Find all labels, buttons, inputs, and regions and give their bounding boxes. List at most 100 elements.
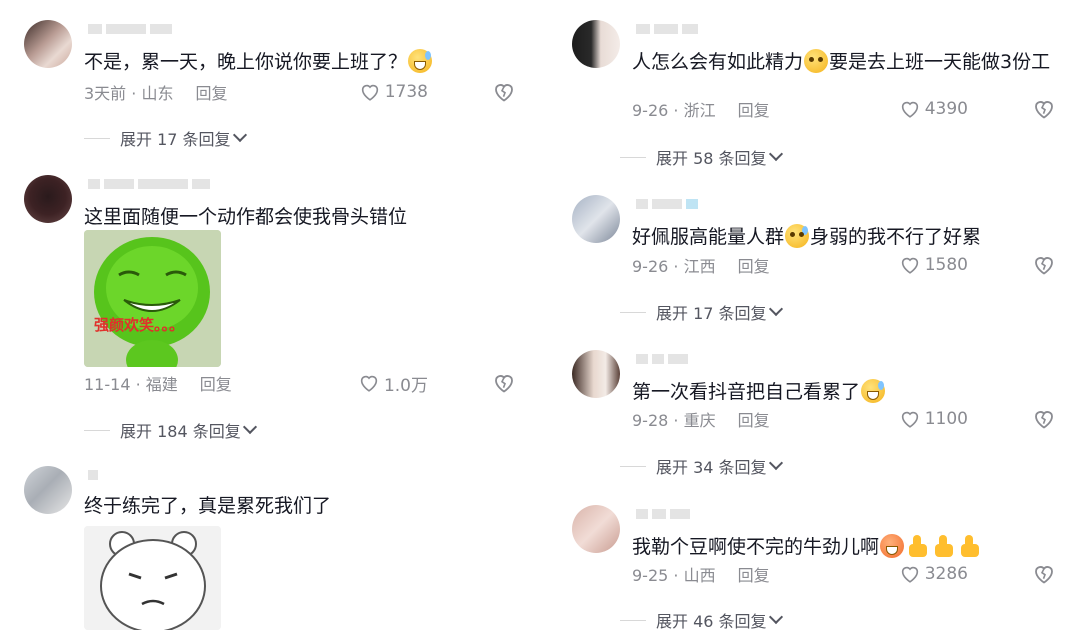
comment-meta: 11-14 · 福建 回复 (84, 371, 232, 395)
expand-replies-button[interactable]: 展开 58 条回复 (620, 145, 783, 169)
sticker-image[interactable] (84, 526, 221, 630)
broken-heart-icon[interactable] (1032, 562, 1056, 586)
comment-text: 人怎么会有如此精力 要是去上班一天能做3份工 (632, 49, 1051, 73)
like-count: 1580 (924, 255, 968, 275)
username-blurred[interactable] (636, 199, 698, 211)
heart-outline-icon (361, 84, 378, 101)
like-count: 1.0万 (383, 375, 428, 396)
bear-face-sticker (84, 526, 221, 630)
username-blurred[interactable] (88, 470, 98, 482)
like-button[interactable]: 1100 (899, 407, 968, 431)
like-count: 3286 (924, 564, 968, 584)
comment-item: 终于练完了，真是累死我们了 (0, 466, 540, 630)
heart-outline-icon (901, 257, 918, 274)
comment-item: 不是，累一天，晚上你说你要上班了？ 3天前 · 山东 回复 1738 展开 17… (0, 20, 540, 165)
like-button[interactable]: 1738 (359, 80, 428, 104)
like-button[interactable]: 1.0万 (358, 371, 428, 396)
reply-button[interactable]: 回复 (738, 562, 770, 586)
comment-item: 我勒个豆啊使不完的牛劲儿啊 9-25 · 山西 回复 3286 展开 46 条回… (548, 505, 1080, 632)
broken-heart-icon[interactable] (1032, 253, 1056, 277)
reply-button[interactable]: 回复 (195, 80, 227, 104)
comment-meta: 9-26 · 江西 回复 (632, 253, 770, 277)
expand-replies-label: 展开 184 条回复 (120, 422, 241, 441)
avatar[interactable] (572, 20, 620, 68)
username-blurred[interactable] (636, 24, 698, 36)
comment-item: 第一次看抖音把自己看累了 9-28 · 重庆 回复 1100 展开 34 条回复 (548, 350, 1080, 495)
comment-meta: 9-28 · 重庆 回复 (632, 407, 770, 431)
avatar[interactable] (24, 466, 72, 514)
username-blurred[interactable] (636, 509, 690, 521)
heart-outline-icon (901, 566, 918, 583)
comment-text: 这里面随便一个动作都会使我骨头错位 (84, 206, 408, 228)
comment-meta: 9-25 · 山西 回复 (632, 562, 770, 586)
expand-replies-label: 展开 46 条回复 (656, 612, 767, 631)
reply-button[interactable]: 回复 (738, 97, 770, 121)
reply-button[interactable]: 回复 (738, 253, 770, 277)
like-count: 1100 (924, 409, 968, 429)
heart-outline-icon (360, 375, 378, 392)
username-blurred[interactable] (88, 24, 172, 36)
grin-sweat-emoji-icon (408, 49, 433, 73)
date-location: 3天前 · 山东 (84, 84, 174, 103)
broken-heart-icon[interactable] (492, 371, 516, 395)
thumbs-up-icon (932, 534, 956, 558)
hot-face-emoji-icon (880, 534, 905, 558)
expand-replies-button[interactable]: 展开 184 条回复 (84, 418, 257, 442)
expand-replies-label: 展开 17 条回复 (656, 304, 767, 323)
like-button[interactable]: 4390 (899, 97, 968, 121)
comment-item: 人怎么会有如此精力 要是去上班一天能做3份工 9-26 · 浙江 回复 4390 … (548, 20, 1080, 180)
broken-heart-icon[interactable] (492, 80, 516, 104)
avatar[interactable] (572, 195, 620, 243)
flushed-emoji-icon (804, 49, 829, 73)
like-count: 1738 (384, 82, 428, 102)
heart-outline-icon (901, 101, 918, 118)
expand-replies-button[interactable]: 展开 17 条回复 (620, 300, 783, 324)
thumbs-up-icon (906, 534, 930, 558)
comment-item: 好佩服高能量人群 身弱的我不行了好累 9-26 · 江西 回复 1580 展开 1… (548, 195, 1080, 340)
expand-replies-label: 展开 34 条回复 (656, 458, 767, 477)
date-location: 11-14 · 福建 (84, 375, 178, 394)
like-button[interactable]: 1580 (899, 253, 968, 277)
expand-replies-label: 展开 17 条回复 (120, 130, 231, 149)
username-blurred[interactable] (88, 179, 210, 191)
expand-replies-label: 展开 58 条回复 (656, 149, 767, 168)
comment-item: 这里面随便一个动作都会使我骨头错位 强颜欢笑。。。 11-14 · 福建 回复 … (0, 175, 540, 455)
reply-button[interactable]: 回复 (738, 407, 770, 431)
avatar[interactable] (24, 20, 72, 68)
comment-column-right: 人怎么会有如此精力 要是去上班一天能做3份工 9-26 · 浙江 回复 4390 … (548, 0, 1080, 632)
comment-text: 第一次看抖音把自己看累了 (632, 378, 1062, 406)
avatar[interactable] (24, 175, 72, 223)
expand-replies-button[interactable]: 展开 46 条回复 (620, 608, 783, 632)
broken-heart-icon[interactable] (1032, 97, 1056, 121)
like-button[interactable]: 3286 (899, 562, 968, 586)
date-location: 9-26 · 江西 (632, 257, 716, 276)
avatar[interactable] (572, 350, 620, 398)
comment-column-left: 不是，累一天，晚上你说你要上班了？ 3天前 · 山东 回复 1738 展开 17… (0, 0, 540, 630)
grin-sweat-emoji-icon (861, 379, 886, 403)
green-face-sticker (84, 230, 221, 367)
comment-text: 我勒个豆啊使不完的牛劲儿啊 (632, 533, 1062, 561)
comment-text: 终于练完了，真是累死我们了 (84, 495, 332, 517)
comment-meta: 9-26 · 浙江 回复 (632, 97, 770, 121)
expand-replies-button[interactable]: 展开 17 条回复 (84, 126, 247, 150)
date-location: 9-25 · 山西 (632, 566, 716, 585)
comment-meta: 3天前 · 山东 回复 (84, 80, 227, 104)
chevron-down-icon (768, 609, 783, 625)
chevron-down-icon (232, 127, 247, 143)
date-location: 9-28 · 重庆 (632, 411, 716, 430)
comment-text: 好佩服高能量人群 身弱的我不行了好累 (632, 224, 982, 248)
chevron-down-icon (768, 455, 783, 471)
heart-outline-icon (901, 411, 918, 428)
broken-heart-icon[interactable] (1032, 407, 1056, 431)
chevron-down-icon (768, 301, 783, 317)
reply-button[interactable]: 回复 (200, 371, 232, 395)
username-blurred[interactable] (636, 354, 688, 366)
sticker-image[interactable]: 强颜欢笑。。。 (84, 230, 221, 367)
pleading-tears-emoji-icon (785, 224, 810, 248)
chevron-down-icon (768, 146, 783, 162)
comment-text: 不是，累一天，晚上你说你要上班了？ (84, 48, 514, 76)
sticker-caption: 强颜欢笑。。。 (94, 316, 185, 334)
avatar[interactable] (572, 505, 620, 553)
expand-replies-button[interactable]: 展开 34 条回复 (620, 454, 783, 478)
like-count: 4390 (924, 99, 968, 119)
